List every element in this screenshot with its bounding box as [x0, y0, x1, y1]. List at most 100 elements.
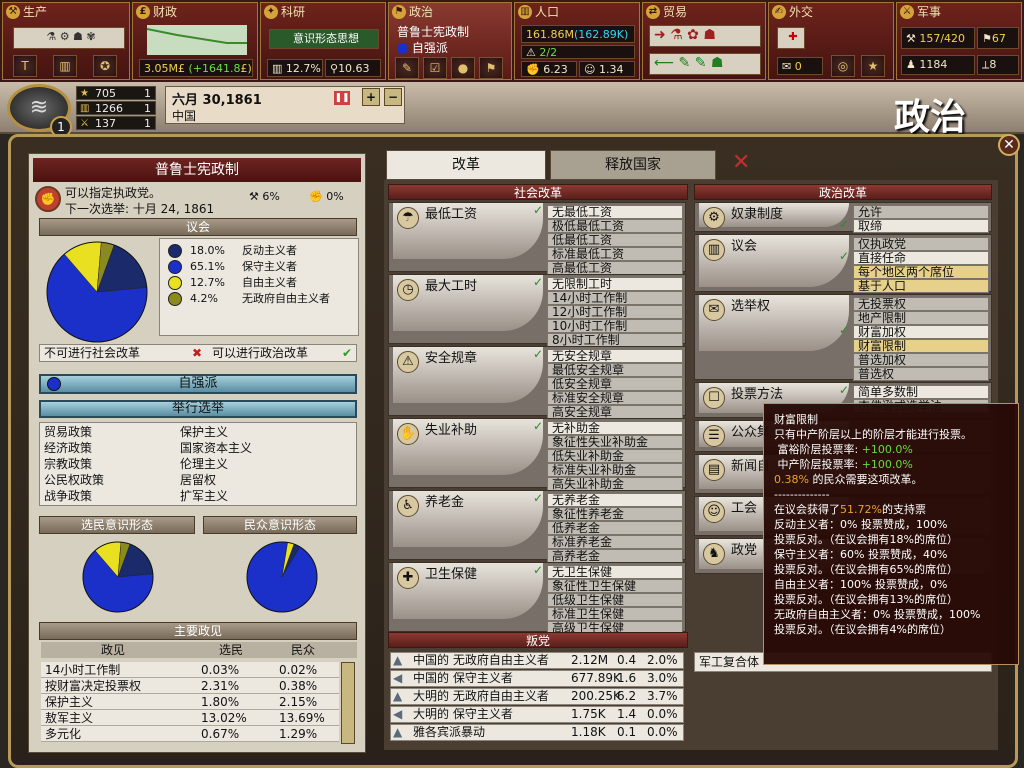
reform-option[interactable]: 普选权 — [853, 367, 989, 381]
reform-group[interactable]: ✋ 失业补助 无补助金 ✓ 象征性失业补助金 低失业补助金 标准失业补助金 高失业补助金 — [388, 418, 686, 491]
reform-option[interactable]: 12小时工作制 — [547, 305, 683, 319]
reform-group[interactable]: ◷ 最大工时 无限制工时 ✓ 14小时工作制 12小时工作制 10小时工作制 8小时工作制 — [388, 274, 686, 347]
issues-scrollbar[interactable] — [341, 662, 355, 744]
military-panel[interactable]: ⚔ 军事 ⚒ 157/420 ⚑67 ♟ 1184 ⟂8 — [896, 2, 1022, 80]
reform-option[interactable]: 低失业补助金 — [547, 449, 683, 463]
current-research[interactable]: 意识形态思想 — [269, 29, 379, 49]
reform-option[interactable]: 每个地区两个席位 — [853, 265, 989, 279]
reform-option[interactable]: 仅执政党 — [853, 237, 989, 251]
research-panel[interactable]: ✦ 科研 意识形态思想 ▥ 12.7% ⚲10.63 — [260, 2, 386, 80]
rebel-icon: ▲ — [393, 689, 403, 703]
tooltip-line: 投票反对。（在议会拥有18%的席位） — [774, 533, 958, 546]
reform-group[interactable]: ⚠ 安全规章 无安全规章 ✓ 最低安全规章 低安全规章 标准安全规章 高安全规章 — [388, 346, 686, 419]
reform-group[interactable]: ✉ 选举权 无投票权 地产限制 财富加权 ✓ 财富限制 普选加权 普选权 — [694, 294, 992, 381]
reform-option[interactable]: 14小时工作制 — [547, 291, 683, 305]
speed-up-button[interactable]: + — [362, 88, 380, 106]
reform-option[interactable]: 直接任命 — [853, 251, 989, 265]
rebel-pct: 3.7% — [647, 689, 678, 703]
reform-option[interactable]: 低最低工资 — [547, 233, 683, 247]
trade-panel[interactable]: ⇄ 贸易 ➜ ⚗ ✿ ☗ ⟵ ✎ ✎ ☗ — [642, 2, 766, 80]
reform-option[interactable]: 取缔 — [853, 219, 989, 233]
reform-icon: ♿ — [397, 495, 419, 517]
reform-option[interactable]: 无投票权 — [853, 297, 989, 311]
reform-group[interactable]: ✚ 卫生保健 无卫生保健 ✓ 象征性卫生保健 低级卫生保健 标准卫生保健 高级卫生保健 — [388, 562, 686, 635]
rebel-row[interactable]: ▲ 雅各宾派暴动 1.18K 0.1 0.0% — [390, 724, 684, 741]
reform-option[interactable]: 8小时工作制 — [547, 333, 683, 347]
reform-option[interactable]: 低安全规章 — [547, 377, 683, 391]
reform-option[interactable]: 极低最低工资 — [547, 219, 683, 233]
reform-option[interactable]: 标准安全规章 — [547, 391, 683, 405]
reform-option[interactable]: 高最低工资 — [547, 261, 683, 275]
reform-option[interactable]: 无安全规章 — [547, 349, 683, 363]
reform-option[interactable]: 低养老金 — [547, 521, 683, 535]
rebel-row[interactable]: ◀ 大明的 保守主义者 1.75K 1.4 0.0% — [390, 706, 684, 723]
factory-icon[interactable]: ▥ — [53, 55, 77, 77]
goods-icons[interactable]: ⚗ ⚙ ☗ ✾ — [13, 27, 125, 49]
rebel-row[interactable]: ◀ 中国的 保守主义者 677.89K 1.6 3.0% — [390, 670, 684, 687]
ruling-party-button[interactable]: 自强派 — [39, 374, 357, 394]
parliament-legend: 18.0% 反动主义者 65.1% 保守主义者 12.7% 自由主义者 4.2% 无政府自由主… — [159, 238, 359, 336]
reform-option[interactable]: 财富限制 — [853, 339, 989, 353]
tab-release-nations[interactable]: 释放国家 — [550, 150, 716, 180]
reform-option[interactable]: 象征性卫生保健 — [547, 579, 683, 593]
reform-option[interactable]: 简单多数制 — [853, 385, 989, 399]
pause-icon[interactable]: ❚❚ — [334, 91, 350, 105]
close-button[interactable]: ✕ — [998, 134, 1020, 156]
reform-option[interactable]: 财富加权 — [853, 325, 989, 339]
reform-option[interactable]: 允许 — [853, 205, 989, 219]
reform-option[interactable]: 象征性失业补助金 — [547, 435, 683, 449]
hold-election-button[interactable]: 举行选举 — [39, 400, 357, 418]
reform-option[interactable]: 标准失业补助金 — [547, 463, 683, 477]
check-icon[interactable]: ☑ — [423, 57, 447, 79]
reform-option[interactable]: 低级卫生保健 — [547, 593, 683, 607]
build-icon[interactable]: T — [13, 55, 37, 77]
production-panel[interactable]: ⚒ 生产 ⚗ ⚙ ☗ ✾ T ▥ ✪ — [2, 2, 130, 80]
reform-option[interactable]: 标准卫生保健 — [547, 607, 683, 621]
industry-stat: ▥ 1266 1 — [76, 101, 156, 115]
reform-group[interactable]: ☂ 最低工资 无最低工资 ✓ 极低最低工资 低最低工资 标准最低工资 高最低工资 — [388, 202, 686, 275]
reform-option[interactable]: 最低安全规章 — [547, 363, 683, 377]
close-tab-icon[interactable]: ✕ — [732, 150, 750, 175]
reform-option[interactable]: 高失业补助金 — [547, 477, 683, 491]
reform-label: 养老金 — [425, 495, 465, 510]
reform-option[interactable]: 标准最低工资 — [547, 247, 683, 261]
reform-option[interactable]: 基于人口 — [853, 279, 989, 293]
reform-option[interactable]: 无补助金 — [547, 421, 683, 435]
reform-group[interactable]: ♿ 养老金 无养老金 ✓ 象征性养老金 低养老金 标准养老金 高养老金 — [388, 490, 686, 563]
reform-option[interactable]: 普选加权 — [853, 353, 989, 367]
tab-reforms[interactable]: 改革 — [386, 150, 546, 180]
subsidy-icon[interactable]: ✪ — [93, 55, 117, 77]
reform-name: ☂ 最低工资 — [393, 203, 543, 259]
reform-option[interactable]: 地产限制 — [853, 311, 989, 325]
reform-option[interactable]: 高安全规章 — [547, 405, 683, 419]
consciousness-readout: ☺ 1.34 — [579, 61, 635, 77]
reform-option[interactable]: 无卫生保健 — [547, 565, 683, 579]
reform-group[interactable]: ▥ 议会 仅执政党 直接任命 ✓ 每个地区两个席位 基于人口 — [694, 234, 992, 293]
politics-panel[interactable]: ⚑ 政治 普鲁士宪政制 自强派 ✎ ☑ ● ⚑ — [388, 2, 512, 80]
check-icon: ✓ — [533, 203, 544, 217]
reform-option[interactable]: 无最低工资 — [547, 205, 683, 219]
rebel-row[interactable]: ▲ 大明的 无政府自由主义者 200.25K 6.2 3.7% — [390, 688, 684, 705]
reform-option[interactable]: 10小时工作制 — [547, 319, 683, 333]
export-row[interactable]: ➜ ⚗ ✿ ☗ — [649, 25, 761, 47]
diplomacy-panel[interactable]: ✍ 外交 ✚ ✉ 0 ◎ ★ — [768, 2, 894, 80]
flag-icon[interactable]: ⚑ — [479, 57, 503, 79]
reform-option[interactable]: 无限制工时 — [547, 277, 683, 291]
reform-option[interactable]: 高养老金 — [547, 549, 683, 563]
policy-row: 经济政策 国家资本主义 — [44, 440, 360, 456]
globe-icon[interactable]: ◎ — [831, 55, 855, 77]
reform-group[interactable]: ⚙ 奴隶制度 允许 取缔 ✓ — [694, 202, 992, 233]
finance-panel[interactable]: £ 财政 3.05M£ (+1641.8£) — [132, 2, 258, 80]
party-share: 4.2% — [190, 292, 218, 305]
rebel-row[interactable]: ▲ 中国的 无政府自由主义者 2.12M 0.4 2.0% — [390, 652, 684, 669]
reform-icon[interactable]: ✎ — [395, 57, 419, 79]
reform-option[interactable]: 无养老金 — [547, 493, 683, 507]
diplomat-icon[interactable]: ✚ — [777, 27, 805, 49]
star-icon[interactable]: ★ — [861, 55, 885, 77]
circle-icon[interactable]: ● — [451, 57, 475, 79]
population-panel[interactable]: ▥ 人口 161.86M(162.89K) ⚠ 2/2 ✊ 6.23 ☺ 1.34 — [514, 2, 640, 80]
speed-down-button[interactable]: − — [384, 88, 402, 106]
reform-option[interactable]: 象征性养老金 — [547, 507, 683, 521]
import-row[interactable]: ⟵ ✎ ✎ ☗ — [649, 53, 761, 75]
reform-option[interactable]: 标准养老金 — [547, 535, 683, 549]
